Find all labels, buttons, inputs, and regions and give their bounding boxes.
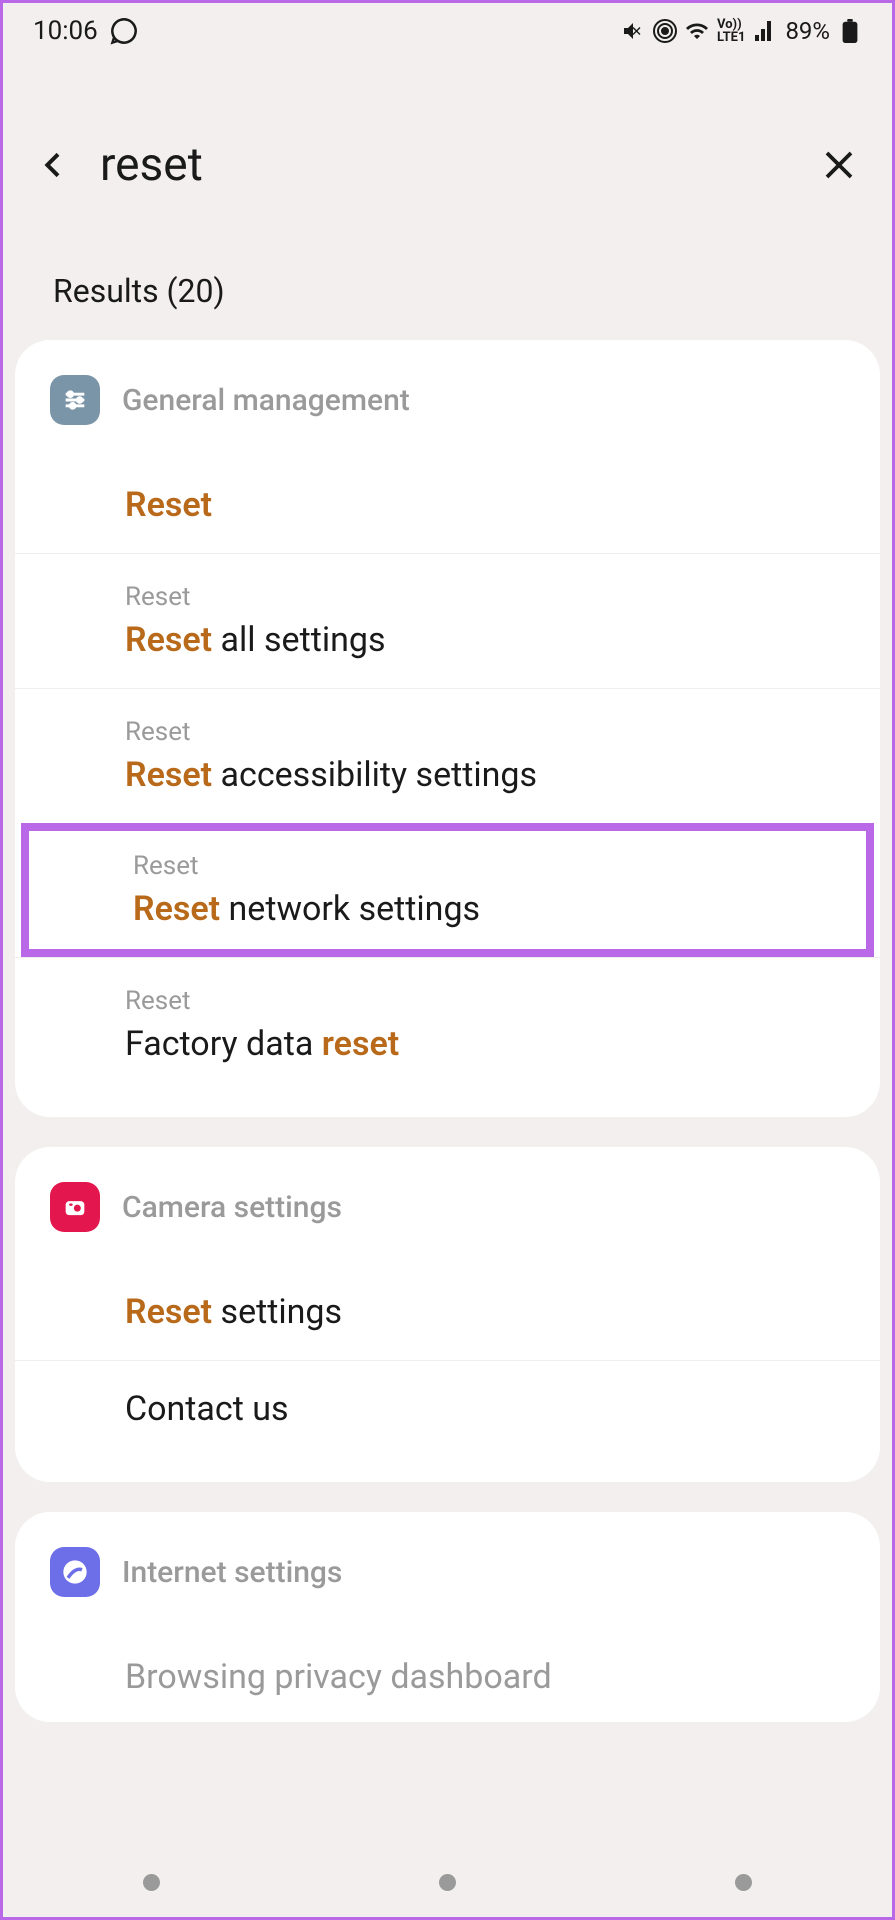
results-count: Results (20) bbox=[3, 212, 892, 340]
result-breadcrumb: Reset bbox=[125, 986, 845, 1016]
result-breadcrumb: Reset bbox=[133, 851, 837, 881]
result-item-reset-accessibility[interactable]: Reset Reset accessibility settings bbox=[15, 688, 880, 823]
internet-icon bbox=[50, 1547, 100, 1597]
result-breadcrumb: Reset bbox=[125, 582, 845, 612]
close-icon[interactable] bbox=[821, 147, 857, 183]
result-title: Reset network settings bbox=[133, 889, 837, 929]
section-internet-settings: Internet settings Browsing privacy dashb… bbox=[15, 1512, 880, 1722]
result-title: Factory data reset bbox=[125, 1024, 845, 1064]
result-title: Reset bbox=[125, 485, 845, 525]
result-item-reset-all[interactable]: Reset Reset all settings bbox=[15, 553, 880, 688]
result-item-reset-network[interactable]: Reset Reset network settings bbox=[21, 823, 874, 957]
hotspot-icon bbox=[653, 19, 677, 43]
nav-back-icon[interactable] bbox=[735, 1874, 752, 1891]
search-input[interactable]: reset bbox=[100, 138, 791, 192]
nav-home-icon[interactable] bbox=[439, 1874, 456, 1891]
result-title: Reset accessibility settings bbox=[125, 755, 845, 795]
result-item-factory-reset[interactable]: Reset Factory data reset bbox=[15, 957, 880, 1092]
result-item-reset[interactable]: Reset bbox=[15, 445, 880, 553]
section-general-management: General management Reset Reset Reset all… bbox=[15, 340, 880, 1117]
status-bar: 10:06 Vo))LTE1 89% bbox=[3, 3, 892, 58]
nav-recents-icon[interactable] bbox=[143, 1874, 160, 1891]
mute-icon bbox=[621, 19, 645, 43]
battery-percent: 89% bbox=[785, 17, 830, 45]
volte-icon: Vo))LTE1 bbox=[717, 18, 745, 44]
result-item-camera-reset[interactable]: Reset settings bbox=[15, 1252, 880, 1360]
section-title: Internet settings bbox=[122, 1555, 342, 1590]
result-item-browsing-privacy[interactable]: Browsing privacy dashboard bbox=[15, 1617, 880, 1697]
status-time: 10:06 bbox=[33, 16, 98, 46]
result-breadcrumb: Reset bbox=[125, 717, 845, 747]
search-header: reset bbox=[3, 58, 892, 212]
whatsapp-icon bbox=[110, 17, 138, 45]
result-title: Contact us bbox=[125, 1389, 845, 1429]
section-title: Camera settings bbox=[122, 1190, 342, 1225]
camera-icon bbox=[50, 1182, 100, 1232]
section-camera-settings: Camera settings Reset settings Contact u… bbox=[15, 1147, 880, 1482]
signal-icon bbox=[753, 19, 777, 43]
result-title: Reset all settings bbox=[125, 620, 845, 660]
back-icon[interactable] bbox=[38, 149, 70, 181]
result-title: Reset settings bbox=[125, 1292, 845, 1332]
section-title: General management bbox=[122, 383, 410, 418]
result-title: Browsing privacy dashboard bbox=[125, 1657, 845, 1697]
navigation-bar bbox=[3, 1847, 892, 1917]
result-item-contact-us[interactable]: Contact us bbox=[15, 1360, 880, 1457]
wifi-icon bbox=[685, 19, 709, 43]
settings-sliders-icon bbox=[50, 375, 100, 425]
battery-icon bbox=[838, 19, 862, 43]
